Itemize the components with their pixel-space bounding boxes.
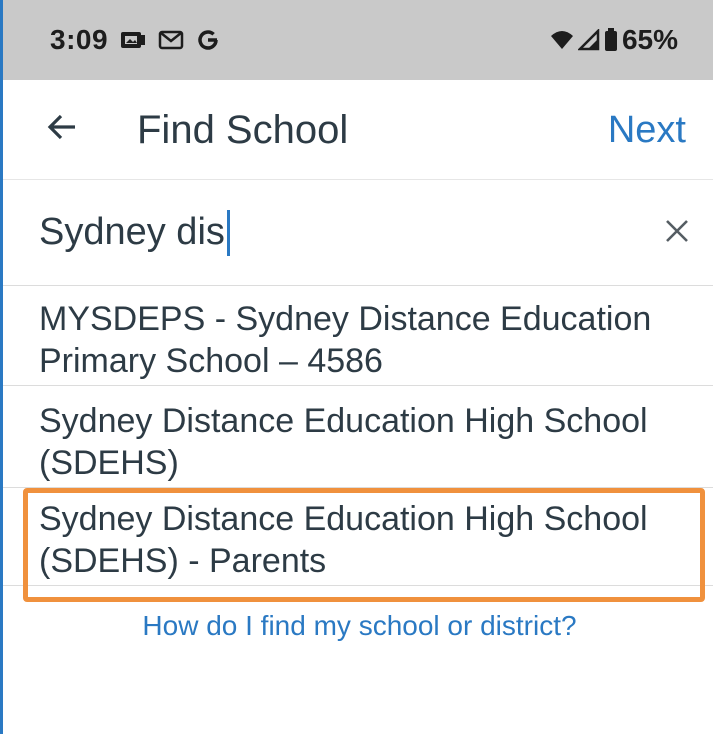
gmail-icon — [158, 29, 184, 51]
next-button[interactable]: Next — [608, 102, 686, 158]
battery-percent: 65% — [621, 24, 678, 55]
battery-icon — [604, 28, 618, 52]
page-title: Find School — [137, 108, 349, 152]
result-line: (SDEHS) - Parents — [39, 542, 327, 580]
app-screen: 3:09 65% Find School Next Sydney dis MYS… — [0, 0, 713, 734]
google-icon — [196, 28, 220, 52]
search-row — [3, 180, 713, 286]
status-left: 3:09 — [50, 24, 220, 56]
school-search-input[interactable] — [39, 202, 599, 262]
result-line: MYSDEPS - Sydney Distance Education — [39, 300, 652, 338]
school-result-item[interactable]: Sydney Distance Education High School (S… — [3, 388, 713, 488]
school-result-item-selected[interactable]: Sydney Distance Education High School (S… — [3, 490, 713, 586]
text-cursor — [227, 210, 230, 256]
result-line: Sydney Distance Education High School — [39, 500, 648, 538]
wifi-icon — [550, 29, 574, 51]
status-bar: 3:09 65% — [3, 0, 713, 80]
result-line: (SDEHS) — [39, 444, 179, 482]
school-result-item[interactable]: MYSDEPS - Sydney Distance Education Prim… — [3, 288, 713, 386]
app-header: Find School Next — [3, 80, 713, 180]
result-line: Primary School – 4586 — [39, 342, 383, 380]
status-right: 65% — [550, 24, 678, 56]
result-line: Sydney Distance Education High School — [39, 402, 648, 440]
signal-icon — [577, 29, 600, 51]
back-button[interactable] — [37, 104, 87, 154]
arrow-left-icon — [45, 110, 79, 149]
status-time: 3:09 — [50, 24, 109, 55]
close-icon — [664, 218, 690, 249]
clear-search-button[interactable] — [652, 208, 702, 258]
photo-icon — [120, 29, 146, 51]
find-school-help-link[interactable]: How do I find my school or district? — [3, 606, 713, 646]
